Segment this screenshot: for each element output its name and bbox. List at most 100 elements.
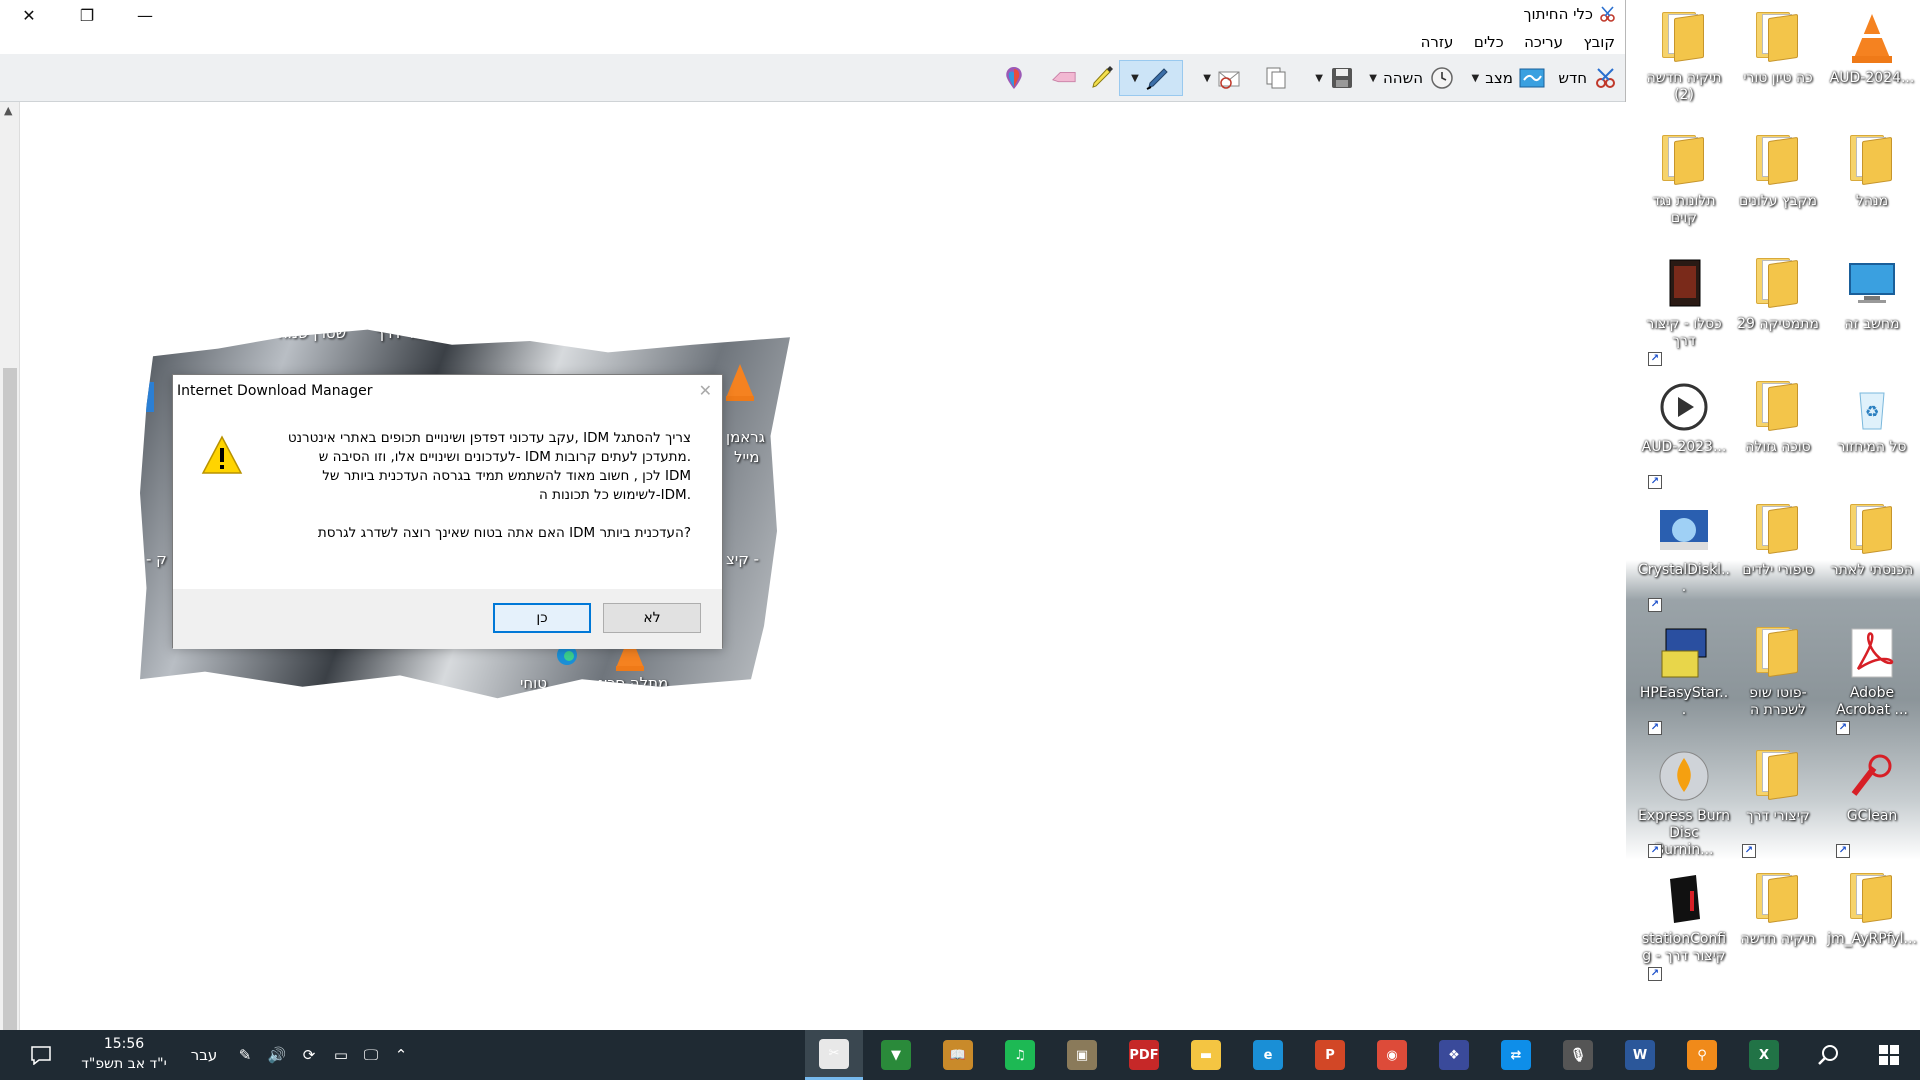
mode-label: מצב xyxy=(1485,69,1513,87)
desktop-icon[interactable]: AUD-2024... xyxy=(1826,4,1918,122)
desktop-icon[interactable]: תיקיה חדשה xyxy=(1732,865,1824,983)
volume-icon[interactable]: 🔊 xyxy=(262,1030,292,1080)
desktop-icon[interactable]: ↗ Adobe Acrobat ... xyxy=(1826,619,1918,737)
yes-button[interactable]: כן xyxy=(493,603,591,633)
paint3d-button[interactable] xyxy=(1001,60,1027,96)
desktop-icon[interactable]: ↗ CrystalDiskl... xyxy=(1638,496,1730,614)
menu-tools[interactable]: כלים xyxy=(1468,30,1510,54)
clock[interactable]: 15:56 י"ד אב תשפ"ד xyxy=(72,1034,176,1074)
microphone-app-icon: 🎙 xyxy=(1563,1040,1593,1070)
spotify-icon: ♫ xyxy=(1005,1040,1035,1070)
desktop-icon[interactable]: jm_AyRPfyl... xyxy=(1826,865,1918,983)
desktop-icon[interactable]: מתמטיקה 29 xyxy=(1732,250,1824,368)
start-button[interactable] xyxy=(1860,1030,1918,1080)
desktop-icon[interactable]: ↗ stationConfig - קיצור דרך xyxy=(1638,865,1730,983)
taskbar-app-teamviewer[interactable]: ⇄ xyxy=(1487,1030,1545,1080)
taskbar-app-reader-app[interactable]: ❖ xyxy=(1425,1030,1483,1080)
desktop-icon[interactable]: תיקיה חדשה (2) xyxy=(1638,4,1730,122)
restore-button[interactable]: ❐ xyxy=(58,0,116,30)
gclean-icon xyxy=(1844,748,1900,804)
desktop-icon[interactable]: הכנסתי לאתר xyxy=(1826,496,1918,614)
taskbar-app-photo-app[interactable]: ▣ xyxy=(1053,1030,1111,1080)
desktop-icon[interactable]: מנהל xyxy=(1826,127,1918,245)
notifications-button[interactable] xyxy=(20,1030,62,1080)
desktop-icon[interactable]: ↗ GClean xyxy=(1826,742,1918,860)
desktop-icon-label: מחשב זה xyxy=(1844,316,1900,332)
show-hidden-icons-button[interactable]: ⌃ xyxy=(386,1030,416,1080)
taskbar-app-snipping-tool[interactable]: ✂ xyxy=(805,1030,863,1080)
snipping-tool-icon: ✂ xyxy=(819,1038,849,1069)
desktop-icon[interactable]: מקבץ עלונים xyxy=(1732,127,1824,245)
taskbar-app-search-app[interactable]: ⚲ xyxy=(1673,1030,1731,1080)
eraser-icon xyxy=(1051,65,1077,91)
minimize-button[interactable]: — xyxy=(116,0,174,30)
taskbar-app-idm[interactable]: ▼ xyxy=(867,1030,925,1080)
desktop-icon-label: כה טיון טורי xyxy=(1743,70,1813,86)
mode-button[interactable]: מצב ▼ xyxy=(1472,60,1545,96)
snip-text: ק - xyxy=(146,550,167,568)
desktop-icon-label: HPEasyStar... xyxy=(1639,685,1729,718)
mode-dropdown-icon[interactable]: ▼ xyxy=(1472,73,1480,84)
taskbar-app-spotify[interactable]: ♫ xyxy=(991,1030,1049,1080)
language-indicator[interactable]: עבר xyxy=(184,1030,224,1080)
save-dropdown-icon[interactable]: ▼ xyxy=(1315,73,1323,84)
copy-icon xyxy=(1263,65,1289,91)
battery-icon[interactable]: ▭ xyxy=(326,1030,356,1080)
desktop-icon[interactable]: סיפורי ילדים xyxy=(1732,496,1824,614)
new-snip-button[interactable]: חדש xyxy=(1558,60,1619,96)
copy-button[interactable] xyxy=(1263,60,1289,96)
taskbar-app-file-explorer[interactable]: ▬ xyxy=(1177,1030,1235,1080)
clock-icon xyxy=(1429,65,1455,91)
highlighter-button[interactable] xyxy=(1089,60,1115,96)
desktop-icon[interactable]: מחשב זה xyxy=(1826,250,1918,368)
desktop-icon[interactable]: סוכה גזולה xyxy=(1732,373,1824,491)
search-button[interactable] xyxy=(1800,1030,1858,1080)
delay-dropdown-icon[interactable]: ▼ xyxy=(1369,73,1377,84)
book-icon xyxy=(1656,256,1712,312)
delay-button[interactable]: השהה ▼ xyxy=(1369,60,1455,96)
eraser-button[interactable] xyxy=(1051,60,1077,96)
dialog-message-line: .מתעדכן לעתים קרובות IDM -לעדכונים ושינו… xyxy=(318,449,691,465)
menu-file[interactable]: קובץ xyxy=(1578,30,1622,54)
restore-icon: ❐ xyxy=(79,5,95,25)
save-button[interactable]: ▼ xyxy=(1315,60,1355,96)
desktop-icon[interactable]: ♻ סל המיחזור xyxy=(1826,373,1918,491)
taskbar-app-excel[interactable]: X xyxy=(1735,1030,1793,1080)
send-snip-button[interactable]: ▼ xyxy=(1203,60,1243,96)
desktop-icon[interactable]: ↗ כסלו - קיצור דרך xyxy=(1638,250,1730,368)
folder-icon xyxy=(1750,379,1806,435)
dialog-close-icon[interactable]: ✕ xyxy=(699,381,712,400)
menu-help[interactable]: עזרה xyxy=(1415,30,1460,54)
no-button[interactable]: לא xyxy=(603,603,701,633)
network-icon[interactable]: 🖵 xyxy=(356,1030,386,1080)
taskbar-app-edge[interactable]: e xyxy=(1239,1030,1297,1080)
desktop-icon-label: תלונות נגד קוים xyxy=(1652,193,1716,226)
desktop-icon[interactable]: ↗ קיצורי דרך xyxy=(1732,742,1824,860)
taskbar-app-microphone-app[interactable]: 🎙 xyxy=(1549,1030,1607,1080)
update-icon[interactable]: ⟳ xyxy=(294,1030,324,1080)
desktop-icon[interactable]: תלונות נגד קוים xyxy=(1638,127,1730,245)
scrollbar-thumb[interactable] xyxy=(3,368,17,1030)
taskbar-app-powerpoint[interactable]: P xyxy=(1301,1030,1359,1080)
desktop-icon[interactable]: ↗ Express Burn Disc Burnin... xyxy=(1638,742,1730,860)
scroll-up-icon[interactable]: ▲ xyxy=(4,104,12,117)
taskbar-app-word[interactable]: W xyxy=(1611,1030,1669,1080)
acrobat-icon xyxy=(1844,625,1900,681)
pen-button[interactable]: ▼ xyxy=(1119,60,1183,96)
taskbar-app-book-app[interactable]: 📖 xyxy=(929,1030,987,1080)
send-dropdown-icon[interactable]: ▼ xyxy=(1203,73,1211,84)
dialog-message-line: IDM לכן , חשוב מאוד להשתמש תמיד בגרסה הע… xyxy=(322,468,691,484)
desktop-icon[interactable]: כה טיון טורי xyxy=(1732,4,1824,122)
pen-dropdown-icon[interactable]: ▼ xyxy=(1131,73,1139,84)
vertical-scrollbar[interactable]: ▲ xyxy=(0,102,20,1030)
desktop-icon[interactable]: -פוטו שופ לשכרת ה xyxy=(1732,619,1824,737)
shortcut-arrow-icon: ↗ xyxy=(1648,352,1662,366)
taskbar-app-chrome[interactable]: ◉ xyxy=(1363,1030,1421,1080)
menu-edit[interactable]: עריכה xyxy=(1518,30,1569,54)
taskbar-app-pdf-app[interactable]: PDF xyxy=(1115,1030,1173,1080)
reader-app-icon: ❖ xyxy=(1439,1040,1469,1070)
desktop-icon[interactable]: ↗ AUD-2023... xyxy=(1638,373,1730,491)
close-button[interactable]: ✕ xyxy=(0,0,58,30)
desktop-icon[interactable]: ↗ HPEasyStar... xyxy=(1638,619,1730,737)
pen-tray-icon[interactable]: ✎ xyxy=(230,1030,260,1080)
